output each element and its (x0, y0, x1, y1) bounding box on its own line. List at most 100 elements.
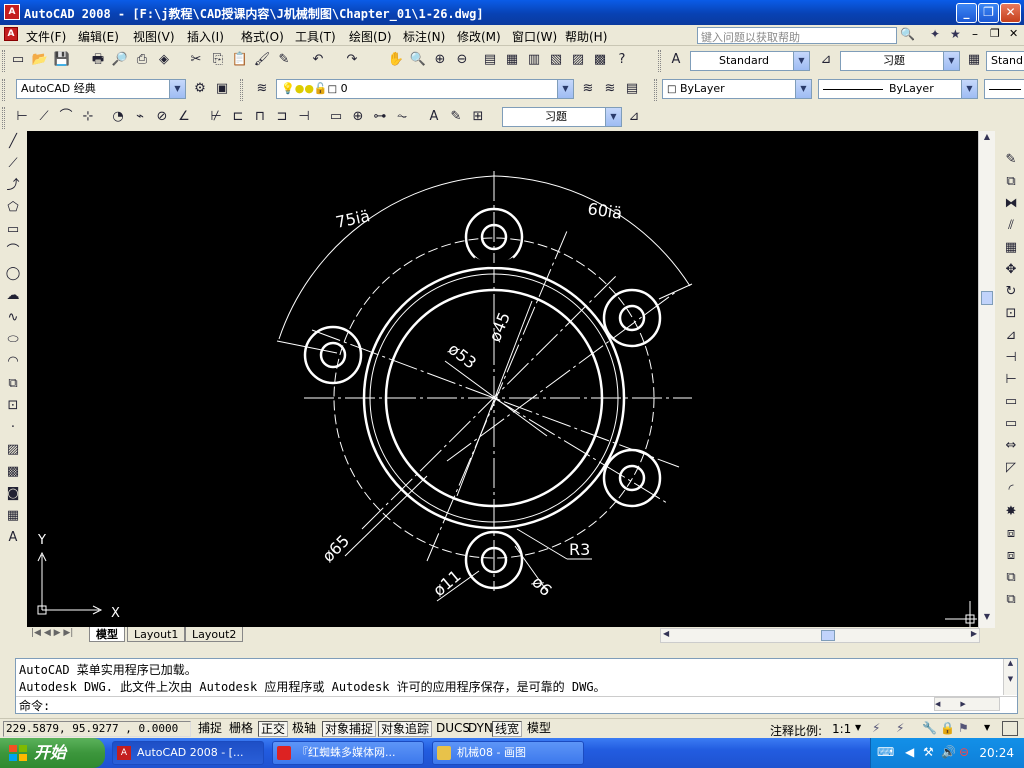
diameter-dimension-icon[interactable]: ⊘ (152, 107, 172, 127)
menu-edit[interactable]: 编辑(E) (78, 28, 119, 45)
polygon-icon[interactable]: ⬠ (3, 197, 23, 219)
markup-icon[interactable]: ▨ (568, 50, 588, 70)
dim-style-icon[interactable]: ⊿ (816, 50, 836, 70)
layer-previous-icon[interactable]: ≋ (600, 79, 620, 99)
menu-insert[interactable]: 插入(I) (187, 28, 224, 45)
qnew-icon[interactable]: ▭ (8, 50, 28, 70)
task-autocad[interactable]: A AutoCAD 2008 - [... (112, 741, 264, 765)
close-button[interactable]: ✕ (1000, 3, 1021, 23)
toggle-polar[interactable]: 极轴 (290, 721, 318, 737)
bring-above-icon[interactable]: ⧉ (1001, 567, 1021, 589)
volume-icon[interactable]: 🔊 (941, 745, 956, 759)
task-spider-network[interactable]: 『红蜘蛛多媒体网... (272, 741, 424, 765)
fillet-icon[interactable]: ◜ (1001, 479, 1021, 501)
toggle-osnap[interactable]: 对象捕捉 (322, 721, 377, 737)
insert-block-icon[interactable]: ⧉ (3, 373, 23, 395)
menu-draw[interactable]: 绘图(D) (349, 28, 392, 45)
extend-icon[interactable]: ⊢ (1001, 369, 1021, 391)
security-icon[interactable]: ⊖ (959, 745, 969, 759)
block-editor-icon[interactable]: ✎ (274, 50, 294, 70)
dimension-edit-icon[interactable]: A (424, 107, 444, 127)
break-at-point-icon[interactable]: ▭ (1001, 391, 1021, 413)
draw-order-back-icon[interactable]: ⧈ (1001, 545, 1021, 567)
doc-minimize-button[interactable]: – (972, 27, 978, 41)
toggle-grid[interactable]: 栅格 (227, 721, 255, 737)
zoom-window-icon[interactable]: ⊕ (430, 50, 450, 70)
quickcalc-icon[interactable]: ▩ (590, 50, 610, 70)
ordinate-dimension-icon[interactable]: ⊹ (78, 107, 98, 127)
horizontal-scroll-thumb[interactable] (821, 630, 835, 641)
center-mark-icon[interactable]: ⊕ (348, 107, 368, 127)
cut-icon[interactable]: ✂ (186, 50, 206, 70)
copy-object-icon[interactable]: ⧉ (1001, 171, 1021, 193)
workspace-save-icon[interactable]: ▣ (212, 79, 232, 99)
tray-arrow-icon[interactable]: ◀ (905, 745, 914, 759)
horizontal-scrollbar[interactable]: ◀ ▶ (660, 628, 980, 643)
revision-cloud-icon[interactable]: ☁ (3, 285, 23, 307)
communication-center-icon[interactable]: ✦ (930, 27, 940, 41)
drawing-canvas[interactable]: 75iä 60iä ø45 ø53 ø65 R3 ø11 ø6 X Y (27, 131, 978, 628)
vertical-scrollbar[interactable]: ▲ ▼ (978, 131, 995, 628)
toggle-dyn[interactable]: DYN (466, 721, 495, 737)
annotation-scale-value[interactable]: 1:1 (832, 722, 851, 736)
gradient-icon[interactable]: ▩ (3, 461, 23, 483)
auto-scale-icon[interactable]: ⚡ (896, 721, 904, 735)
break-icon[interactable]: ▭ (1001, 413, 1021, 435)
send-under-icon[interactable]: ⧉ (1001, 589, 1021, 611)
region-icon[interactable]: ◙ (3, 483, 23, 505)
help-search-input[interactable]: 键入问题以获取帮助 (697, 27, 897, 44)
undo-icon[interactable]: ↶ (308, 50, 328, 70)
jogged-dimension-icon[interactable]: ⌁ (130, 107, 150, 127)
zoom-realtime-icon[interactable]: 🔍 (408, 50, 428, 70)
menu-help[interactable]: 帮助(H) (565, 28, 607, 45)
ellipse-icon[interactable]: ⬭ (3, 329, 23, 351)
workspace-select[interactable]: AutoCAD 经典 ▼ (16, 79, 186, 99)
angular-dimension-icon[interactable]: ∠ (174, 107, 194, 127)
quick-dimension-icon[interactable]: ⊬ (206, 107, 226, 127)
chamfer-icon[interactable]: ◸ (1001, 457, 1021, 479)
plot-icon[interactable]: 🖶 (88, 50, 108, 70)
menu-dimension[interactable]: 标注(N) (403, 28, 445, 45)
layer-select[interactable]: 💡●●🔓□ 0 ▼ (276, 79, 574, 99)
layer-states-icon[interactable]: ▤ (622, 79, 642, 99)
dimension-update-icon[interactable]: ⊞ (468, 107, 488, 127)
toggle-lineweight[interactable]: 线宽 (492, 721, 523, 737)
toggle-ortho[interactable]: 正交 (258, 721, 289, 737)
array-icon[interactable]: ▦ (1001, 237, 1021, 259)
help-icon[interactable]: ? (612, 50, 632, 70)
dimension-style-manager-icon[interactable]: ⊿ (624, 107, 644, 127)
lock-icon[interactable]: 🔒 (940, 721, 955, 735)
dimension-space-icon[interactable]: ⊐ (272, 107, 292, 127)
circle-icon[interactable]: ◯ (3, 263, 23, 285)
linetype-select[interactable]: ByLayer ▼ (818, 79, 978, 99)
tab-layout2[interactable]: Layout2 (185, 627, 244, 642)
make-layer-current-icon[interactable]: ≋ (578, 79, 598, 99)
tab-nav-icon[interactable]: |◀ ◀ ▶ ▶| (31, 628, 73, 638)
layer-properties-icon[interactable]: ≋ (252, 79, 272, 99)
inspection-icon[interactable]: ⊶ (370, 107, 390, 127)
scroll-left-icon[interactable]: ◀ (663, 629, 669, 638)
aligned-dimension-icon[interactable]: ⟋ (34, 107, 54, 127)
help-search-icon[interactable]: 🔍 (900, 27, 915, 41)
arc-icon[interactable]: ⌒ (3, 241, 23, 263)
multiline-text-icon[interactable]: A (3, 527, 23, 549)
radius-dimension-icon[interactable]: ◔ (108, 107, 128, 127)
plot-preview-icon[interactable]: 🔎 (110, 50, 130, 70)
tool-palettes-icon[interactable]: ▥ (524, 50, 544, 70)
color-select[interactable]: □ ByLayer ▼ (662, 79, 812, 99)
lineweight-select[interactable] (984, 79, 1024, 99)
rotate-icon[interactable]: ↻ (1001, 281, 1021, 303)
pan-icon[interactable]: ✋ (386, 50, 406, 70)
scroll-right-icon[interactable]: ▶ (971, 629, 977, 638)
tab-model[interactable]: 模型 (89, 627, 125, 642)
document-icon[interactable]: A (4, 27, 18, 41)
make-block-icon[interactable]: ⊡ (3, 395, 23, 417)
autocad-app-icon[interactable]: A (4, 4, 20, 20)
table-style-icon[interactable]: ▦ (964, 50, 984, 70)
redo-icon[interactable]: ↷ (342, 50, 362, 70)
toggle-model[interactable]: 模型 (525, 721, 553, 737)
annotation-visibility-icon[interactable]: ⚡ (872, 721, 880, 735)
menu-tools[interactable]: 工具(T) (295, 28, 336, 45)
dimension-text-edit-icon[interactable]: ✎ (446, 107, 466, 127)
table-style-select[interactable]: Stand (986, 51, 1024, 71)
